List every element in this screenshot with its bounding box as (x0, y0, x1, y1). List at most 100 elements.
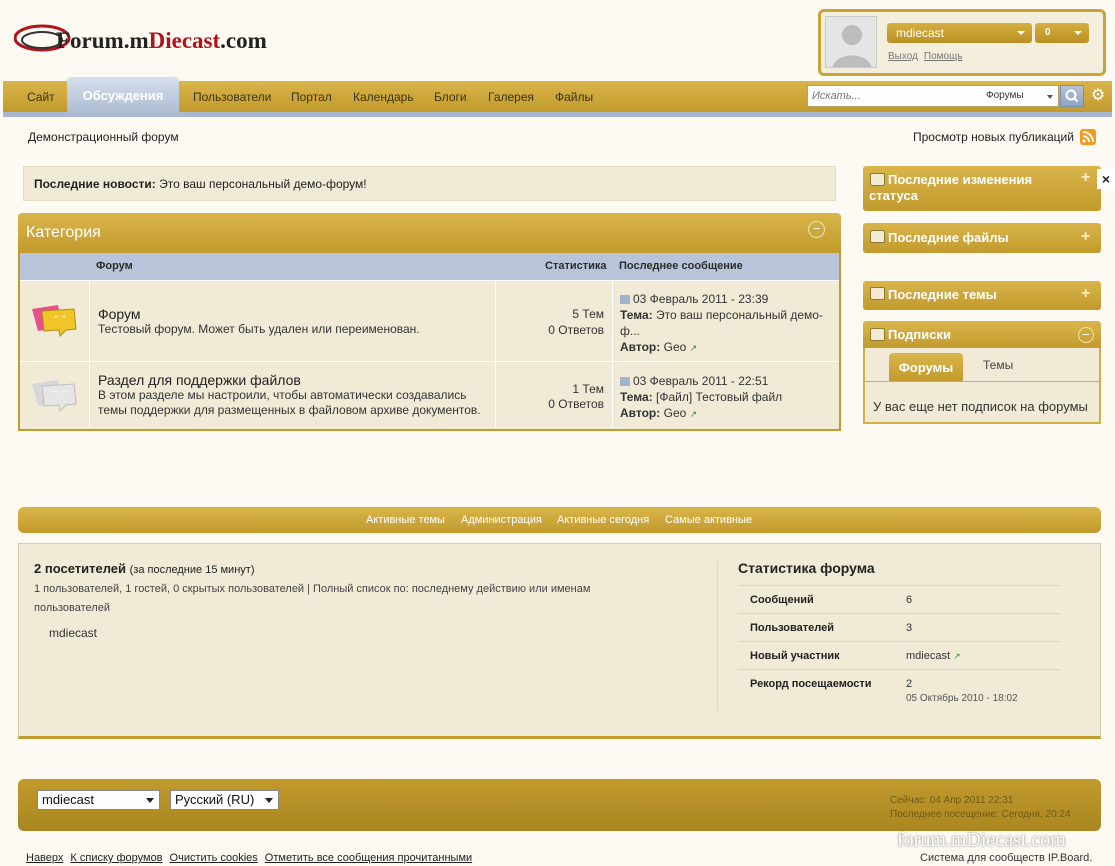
watermark: forum.mDiecast.com (897, 829, 1066, 851)
chevron-down-icon (265, 798, 273, 803)
user-card-icon[interactable]: ↗ (690, 343, 698, 353)
user-menu-button[interactable]: mdiecast (887, 23, 1032, 43)
nav-tab-discussions[interactable]: Обсуждения (67, 88, 179, 103)
rss-glyph-icon (1082, 131, 1094, 143)
last-post-author-link[interactable]: Geo (664, 406, 687, 420)
help-link[interactable]: Помощь (924, 51, 963, 62)
forum-last-post: 03 Февраль 2011 - 23:39 Тема: Это ваш пе… (620, 291, 830, 356)
nav-tab-blogs[interactable]: Блоги (434, 90, 467, 104)
collapse-icon[interactable]: − (1078, 327, 1094, 343)
link-mark-all-read[interactable]: Отметить все сообщения прочитанными (265, 852, 472, 864)
sidebar-title-topics[interactable]: Последние темы (888, 287, 997, 303)
search-icon (1065, 89, 1079, 103)
last-post-date: 03 Февраль 2011 - 23:39 (633, 292, 769, 306)
chevron-down-icon (146, 798, 154, 803)
nav-tab-portal[interactable]: Портал (291, 90, 332, 104)
sidebar-title-subs[interactable]: Подписки (888, 327, 951, 343)
search-button[interactable] (1060, 85, 1084, 107)
tab-topics[interactable]: Темы (983, 358, 1013, 372)
speech-bubbles-icon: “ ” (32, 380, 77, 413)
stat-value-users: 3 (906, 622, 913, 634)
stat-value-newest: mdiecast ↗ (906, 650, 961, 662)
row-divider (20, 361, 839, 362)
avatar[interactable] (825, 16, 877, 68)
svg-text:“ ”: “ ” (54, 390, 66, 400)
news-text: Это ваш персональный демо-форум! (159, 177, 367, 191)
language-select-value: Русский (RU) (175, 792, 255, 807)
search-scope-select[interactable]: Форумы (986, 90, 1024, 101)
stats-row-divider (738, 613, 1060, 614)
stats-divider (717, 561, 718, 711)
stat-record-date: 05 Октябрь 2010 - 18:02 (906, 693, 1018, 704)
online-user-link[interactable]: mdiecast (49, 626, 97, 640)
last-post-topic-link[interactable]: [Файл] Тестовый файл (656, 390, 782, 404)
col-divider (89, 280, 90, 428)
category-title[interactable]: Категория (26, 224, 101, 242)
author-label: Автор: (620, 406, 661, 420)
forum-stats-title: Статистика форума (738, 560, 875, 576)
tab-forums[interactable]: Форумы (889, 353, 963, 381)
nav-tab-files[interactable]: Файлы (555, 90, 593, 104)
rss-icon[interactable] (1080, 129, 1096, 145)
link-active-topics[interactable]: Активные темы (366, 514, 445, 526)
newest-member-link[interactable]: mdiecast (906, 650, 950, 662)
expand-icon[interactable]: + (1081, 228, 1090, 246)
expand-icon[interactable]: + (1081, 285, 1090, 303)
language-select[interactable]: Русский (RU) (170, 790, 279, 810)
last-post-author-link[interactable]: Geo (664, 340, 687, 354)
sidebar-title-status[interactable]: Последние изменения статуса (869, 172, 1074, 204)
footer-links: Наверх К списку форумов Очистить cookies От… (26, 852, 479, 864)
current-time: Сейчас: 04 Апр 2011 22:31 (890, 795, 1014, 806)
stats-row-divider (738, 669, 1060, 670)
row-divider (20, 280, 839, 281)
skin-select[interactable]: mdiecast (37, 790, 160, 810)
sidebar-title-files[interactable]: Последние файлы (888, 230, 1009, 246)
speech-bubbles-icon: “ ” (32, 305, 77, 338)
last-visit-time: Последнее посещение: Сегодня, 20:24 (890, 809, 1071, 820)
user-card-icon[interactable]: ↗ (953, 651, 961, 661)
new-posts-link[interactable]: Просмотр новых публикаций (913, 130, 1074, 144)
logout-link[interactable]: Выход (888, 51, 918, 62)
skin-select-value: mdiecast (42, 792, 95, 807)
nav-tab-calendar[interactable]: Календарь (353, 90, 414, 104)
stat-label-users: Пользователей (750, 622, 834, 634)
nav-tab-users[interactable]: Пользователи (193, 90, 271, 104)
last-post-date: 03 Февраль 2011 - 22:51 (633, 374, 769, 388)
news-banner: Последние новости: Это ваш персональный … (23, 166, 836, 201)
link-most-active[interactable]: Самые активные (665, 514, 752, 526)
link-active-today[interactable]: Активные сегодня (557, 514, 649, 526)
avatar-silhouette-icon (832, 25, 872, 67)
forum-unread-icon: “ ” (30, 303, 78, 342)
breadcrumb[interactable]: Демонстрационный форум (28, 130, 179, 144)
forum-title-link[interactable]: Форум (98, 306, 141, 322)
forum-replies-count: 0 Ответов (548, 323, 604, 337)
link-clear-cookies[interactable]: Очистить cookies (170, 852, 258, 864)
link-administration[interactable]: Администрация (461, 514, 542, 526)
link-forum-index[interactable]: К списку форумов (70, 852, 162, 864)
col-forum: Форум (96, 260, 133, 272)
expand-icon[interactable]: + (1081, 169, 1090, 187)
tab-underline (865, 381, 1099, 382)
author-label: Автор: (620, 340, 661, 354)
nav-tab-gallery[interactable]: Галерея (488, 90, 534, 104)
powered-by[interactable]: Система для сообществ IP.Board. (920, 852, 1092, 864)
files-icon (870, 230, 885, 243)
chevron-down-icon (1074, 31, 1082, 35)
go-to-last-post-icon[interactable] (620, 295, 630, 304)
link-top[interactable]: Наверх (26, 852, 63, 864)
go-to-last-post-icon[interactable] (620, 377, 630, 386)
search-input[interactable] (812, 88, 972, 104)
gear-icon[interactable]: ⚙ (1089, 87, 1107, 105)
visitors-description: 1 пользователей, 1 гостей, 0 скрытых пол… (34, 583, 591, 614)
visitors-title: 2 посетителей (за последние 15 минут) (34, 561, 254, 576)
collapse-icon[interactable]: − (808, 221, 825, 238)
subscriptions-icon (870, 328, 885, 341)
news-label: Последние новости: (34, 177, 156, 191)
chevron-down-icon (1047, 95, 1053, 99)
forum-title-link[interactable]: Раздел для поддержки файлов (98, 372, 301, 388)
user-card-icon[interactable]: ↗ (690, 409, 698, 419)
close-icon[interactable]: × (1097, 169, 1115, 189)
nav-tab-site[interactable]: Сайт (27, 90, 55, 104)
svg-text:“ ”: “ ” (54, 315, 66, 325)
notifications-button[interactable]: 0 (1035, 23, 1089, 43)
